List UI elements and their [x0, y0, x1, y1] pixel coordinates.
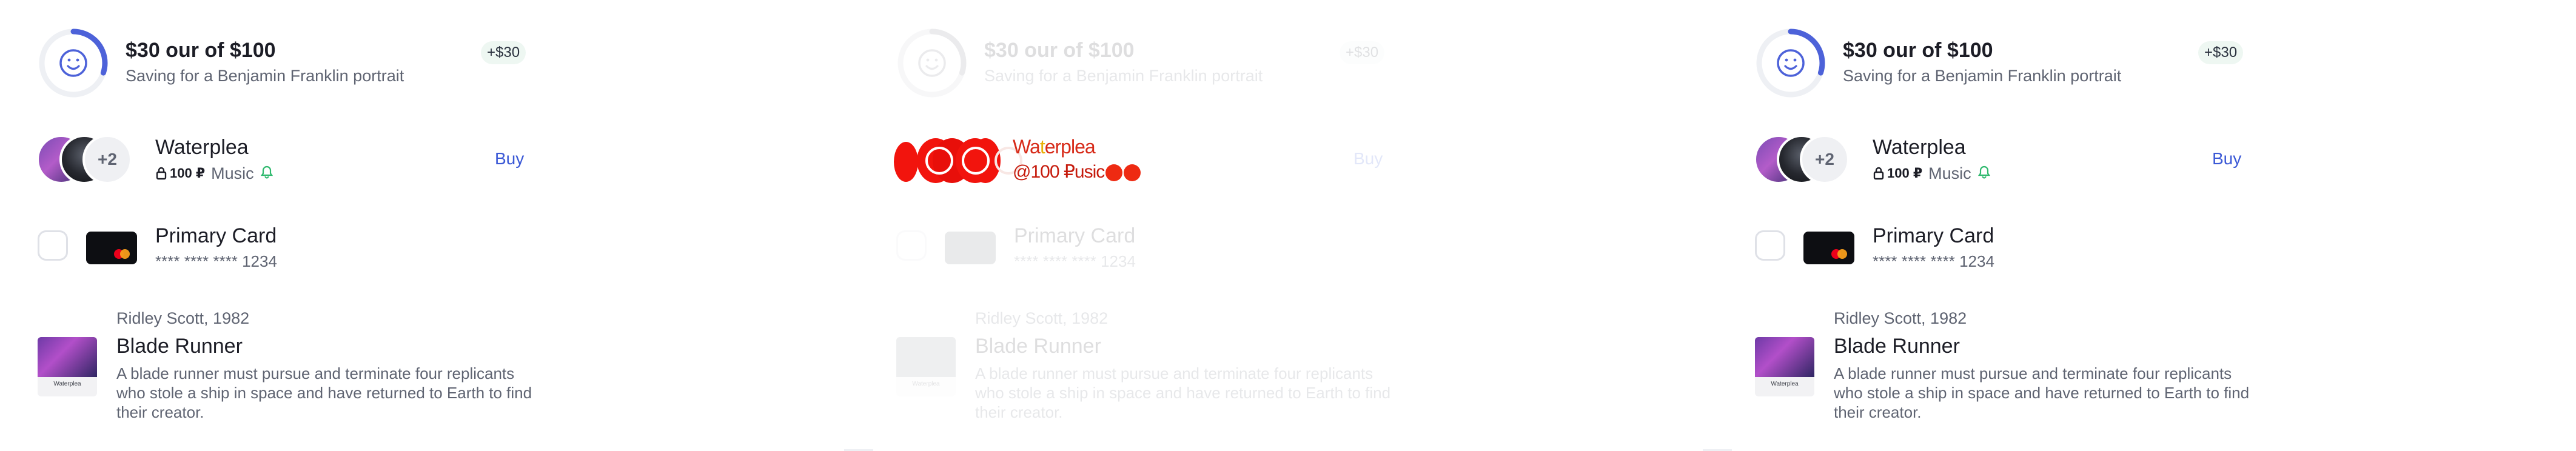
smiley-icon	[1777, 49, 1805, 77]
savings-amount: $30 our of $100	[984, 39, 1135, 62]
card-thumbnail	[1803, 232, 1854, 264]
avatar-stack: +2	[1754, 135, 1857, 189]
buy-button[interactable]: Buy	[495, 149, 524, 169]
price-label: 100 ₽	[1887, 165, 1923, 181]
movie-poster: Waterplea	[1755, 337, 1814, 396]
artist-name: Waterplea	[1873, 136, 1966, 159]
movie-title: Blade Runner	[1834, 335, 1960, 358]
artist-name: Waterplea	[155, 136, 249, 159]
mastercard-icon	[1831, 249, 1848, 259]
artist-price: 100 ₽	[1873, 165, 1922, 181]
savings-card: $30 our of $100 Saving for a Benjamin Fr…	[897, 28, 1394, 101]
movie-card: Waterplea Ridley Scott, 1982 Blade Runne…	[896, 309, 1394, 430]
poster-caption: Waterplea	[53, 381, 81, 387]
savings-amount: $30 our of $100	[126, 39, 276, 62]
panel-normal: $30 our of $100 Saving for a Benjamin Fr…	[0, 0, 859, 451]
card-number: **** **** **** 1234	[1873, 252, 1994, 270]
card-thumbnail	[86, 232, 137, 264]
savings-progress-ring	[38, 28, 109, 98]
smiley-icon	[918, 49, 946, 77]
movie-director: Ridley Scott, 1982	[975, 309, 1109, 327]
savings-progress-ring	[1756, 28, 1826, 98]
payment-card-row: Primary Card **** **** **** 1234	[896, 224, 1394, 279]
panel-divider	[844, 436, 859, 451]
bell-icon	[1977, 165, 1991, 182]
movie-director: Ridley Scott, 1982	[1834, 309, 1967, 327]
lock-icon	[156, 167, 167, 180]
buy-button[interactable]: Buy	[1353, 149, 1383, 169]
panel-divider	[859, 436, 873, 451]
movie-description: A blade runner must pursue and terminate…	[1834, 364, 2250, 421]
card-name: Primary Card	[1873, 224, 1994, 247]
smiley-icon	[59, 49, 87, 77]
movie-description: A blade runner must pursue and terminate…	[975, 364, 1391, 421]
savings-subtitle: Saving for a Benjamin Franklin portrait	[126, 67, 404, 85]
avatar-stack: +2	[36, 135, 139, 189]
movie-card: Waterplea Ridley Scott, 1982 Blade Runne…	[38, 309, 535, 430]
savings-badge: +$30	[2198, 41, 2244, 64]
movie-poster: Waterplea	[896, 337, 956, 396]
avatar-more-count: +2	[1800, 135, 1850, 184]
savings-card: $30 our of $100 Saving for a Benjamin Fr…	[1756, 28, 2253, 101]
movie-description: A blade runner must pursue and terminate…	[116, 364, 532, 421]
artist-genre: Music	[211, 164, 254, 182]
card-select-checkbox[interactable]	[1755, 230, 1785, 261]
payment-card-row: Primary Card **** **** **** 1234	[38, 224, 535, 279]
card-select-checkbox[interactable]	[38, 230, 68, 261]
movie-title: Blade Runner	[975, 335, 1101, 358]
overlay-name-text: Waterplea	[1013, 136, 1096, 158]
artist-card: +2 Waterplea 100 ₽ Music Buy	[36, 135, 534, 195]
overlay-meta-text: @100 ₽usic	[1013, 161, 1141, 182]
savings-badge: +$30	[1340, 41, 1385, 64]
savings-badge: +$30	[481, 41, 526, 64]
artist-meta: 100 ₽ Music	[155, 164, 273, 183]
movie-poster: Waterplea	[38, 337, 97, 396]
price-label: 100 ₽	[170, 165, 206, 181]
artist-price: 100 ₽	[155, 165, 205, 181]
artist-genre: Music	[1928, 164, 1971, 182]
movie-title: Blade Runner	[116, 335, 243, 358]
mastercard-icon	[114, 249, 131, 259]
card-select-checkbox[interactable]	[896, 230, 927, 261]
card-name: Primary Card	[1014, 224, 1136, 247]
poster-caption: Waterplea	[912, 381, 940, 387]
card-thumbnail	[945, 232, 996, 264]
panel-divider	[1717, 436, 1732, 451]
card-name: Primary Card	[155, 224, 277, 247]
movie-director: Ridley Scott, 1982	[116, 309, 250, 327]
artist-card: +2 Waterplea 100 ₽ Music Buy	[1754, 135, 2251, 195]
savings-progress-ring	[897, 28, 967, 98]
movie-card: Waterplea Ridley Scott, 1982 Blade Runne…	[1755, 309, 2252, 430]
panel-normal-repeat: $30 our of $100 Saving for a Benjamin Fr…	[1717, 0, 2576, 451]
panel-divider	[1703, 436, 1717, 451]
showcase-stage: $30 our of $100 Saving for a Benjamin Fr…	[0, 0, 2576, 451]
poster-caption: Waterplea	[1771, 381, 1799, 387]
savings-subtitle: Saving for a Benjamin Franklin portrait	[1843, 67, 2122, 85]
card-number: **** **** **** 1234	[155, 252, 277, 270]
panel-skeleton: $30 our of $100 Saving for a Benjamin Fr…	[859, 0, 1717, 451]
artist-meta: 100 ₽ Music	[1873, 164, 1991, 183]
bell-icon	[260, 165, 273, 182]
payment-card-row: Primary Card **** **** **** 1234	[1755, 224, 2252, 279]
highlight-overlay: Waterplea @100 ₽usic	[894, 135, 1270, 195]
avatar-more-count: +2	[82, 135, 132, 184]
savings-amount: $30 our of $100	[1843, 39, 1993, 62]
lock-icon	[1873, 167, 1884, 180]
buy-button[interactable]: Buy	[2212, 149, 2241, 169]
savings-card: $30 our of $100 Saving for a Benjamin Fr…	[38, 28, 535, 101]
savings-subtitle: Saving for a Benjamin Franklin portrait	[984, 67, 1263, 85]
card-number: **** **** **** 1234	[1014, 252, 1136, 270]
